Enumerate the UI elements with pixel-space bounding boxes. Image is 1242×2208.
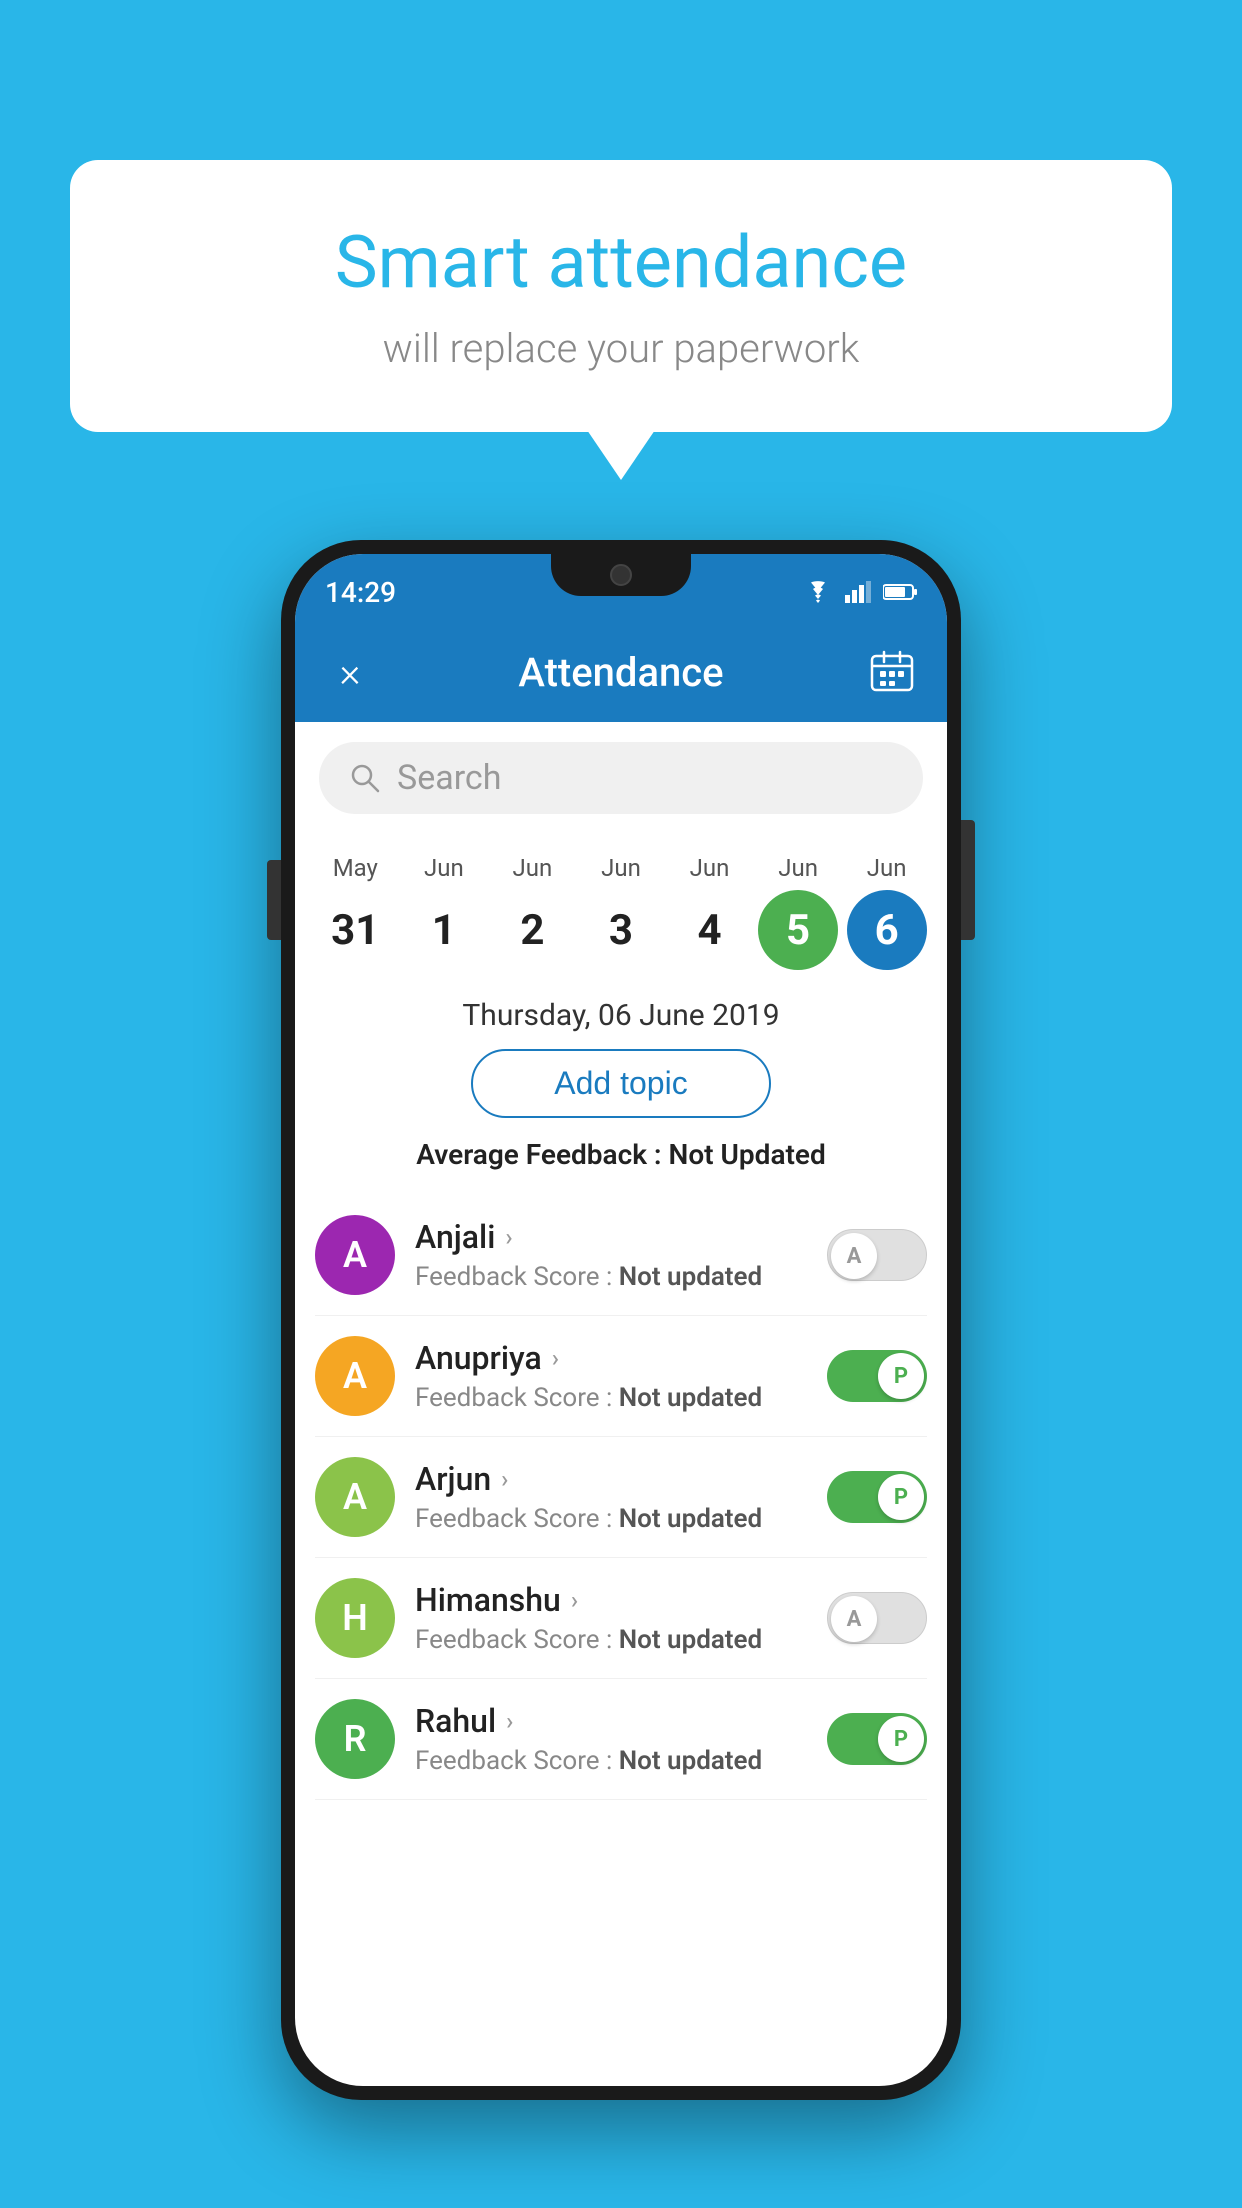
app-bar-title: Attendance [518, 649, 723, 696]
student-item: A Anjali › Feedback Score : Not updated A [315, 1195, 927, 1316]
chevron-icon: › [506, 1707, 513, 1735]
phone-outer: 14:29 [281, 540, 961, 2100]
speech-bubble: Smart attendance will replace your paper… [70, 160, 1172, 432]
phone: 14:29 [281, 540, 961, 2100]
student-item: A Anupriya › Feedback Score : Not updated P [315, 1316, 927, 1437]
chevron-icon: › [552, 1344, 559, 1372]
student-item: H Himanshu › Feedback Score : Not updated A [315, 1558, 927, 1679]
calendar-day[interactable]: Jun 6 [847, 854, 927, 970]
status-icons [803, 581, 917, 603]
cal-month: May [333, 854, 378, 882]
student-info: Rahul › Feedback Score : Not updated [415, 1702, 807, 1776]
add-topic-button[interactable]: Add topic [471, 1049, 771, 1118]
cal-month: Jun [690, 854, 730, 882]
student-avatar: A [315, 1457, 395, 1537]
cal-date: 3 [581, 890, 661, 970]
feedback-score: Feedback Score : Not updated [415, 1504, 807, 1534]
student-item: R Rahul › Feedback Score : Not updated P [315, 1679, 927, 1800]
feedback-score: Feedback Score : Not updated [415, 1746, 807, 1776]
attendance-toggle[interactable]: P [827, 1713, 927, 1765]
speech-bubble-title: Smart attendance [120, 220, 1122, 305]
student-name[interactable]: Anjali › [415, 1218, 807, 1256]
calendar-icon[interactable] [867, 647, 917, 697]
calendar-day[interactable]: Jun 3 [581, 854, 661, 970]
feedback-score: Feedback Score : Not updated [415, 1383, 807, 1413]
student-item: A Arjun › Feedback Score : Not updated P [315, 1437, 927, 1558]
search-input[interactable]: Search [397, 758, 501, 798]
feedback-score: Feedback Score : Not updated [415, 1262, 807, 1292]
student-name[interactable]: Anupriya › [415, 1339, 807, 1377]
speech-bubble-subtitle: will replace your paperwork [120, 325, 1122, 372]
toggle-knob: P [878, 1716, 924, 1762]
student-name[interactable]: Himanshu › [415, 1581, 807, 1619]
attendance-toggle[interactable]: P [827, 1350, 927, 1402]
phone-screen: 14:29 [295, 554, 947, 2086]
student-info: Anjali › Feedback Score : Not updated [415, 1218, 807, 1292]
search-icon [349, 762, 381, 794]
calendar-day[interactable]: Jun 2 [492, 854, 572, 970]
toggle-knob: A [831, 1233, 877, 1279]
student-list: AAnjali ›Feedback Score : Not updatedAAA… [295, 1195, 947, 1800]
cal-month: Jun [601, 854, 641, 882]
chevron-icon: › [505, 1223, 512, 1251]
wifi-icon [803, 581, 833, 603]
cal-month: Jun [867, 854, 907, 882]
student-name[interactable]: Rahul › [415, 1702, 807, 1740]
chevron-icon: › [501, 1465, 508, 1493]
calendar-day[interactable]: Jun 5 [758, 854, 838, 970]
cal-date: 2 [492, 890, 572, 970]
selected-date-label: Thursday, 06 June 2019 [295, 998, 947, 1033]
calendar-day[interactable]: Jun 4 [670, 854, 750, 970]
toggle-knob: A [831, 1596, 877, 1642]
calendar-row: May 31 Jun 1 Jun 2 Jun 3 Jun 4 Jun 5 Jun 6 [295, 834, 947, 980]
cal-month: Jun [513, 854, 553, 882]
cal-date: 4 [670, 890, 750, 970]
attendance-toggle[interactable]: P [827, 1471, 927, 1523]
avg-feedback: Average Feedback : Not Updated [295, 1138, 947, 1171]
cal-date: 31 [315, 890, 395, 970]
calendar-svg [870, 650, 914, 694]
phone-notch [551, 554, 691, 596]
toggle-knob: P [878, 1353, 924, 1399]
student-info: Himanshu › Feedback Score : Not updated [415, 1581, 807, 1655]
cal-date: 6 [847, 890, 927, 970]
toggle-knob: P [878, 1474, 924, 1520]
avg-feedback-label: Average Feedback : [416, 1138, 661, 1171]
chevron-icon: › [571, 1586, 578, 1614]
search-bar[interactable]: Search [319, 742, 923, 814]
avg-feedback-value: Not Updated [669, 1138, 826, 1171]
app-bar: × Attendance [295, 622, 947, 722]
student-avatar: H [315, 1578, 395, 1658]
attendance-toggle[interactable]: A [827, 1229, 927, 1281]
cal-date: 1 [404, 890, 484, 970]
signal-icon [845, 581, 871, 603]
student-info: Anupriya › Feedback Score : Not updated [415, 1339, 807, 1413]
student-name[interactable]: Arjun › [415, 1460, 807, 1498]
close-button[interactable]: × [325, 647, 375, 697]
student-avatar: A [315, 1215, 395, 1295]
battery-icon [883, 583, 917, 601]
status-time: 14:29 [325, 576, 396, 609]
student-avatar: R [315, 1699, 395, 1779]
cal-month: Jun [424, 854, 464, 882]
student-info: Arjun › Feedback Score : Not updated [415, 1460, 807, 1534]
feedback-score: Feedback Score : Not updated [415, 1625, 807, 1655]
cal-date: 5 [758, 890, 838, 970]
camera-dot [610, 564, 632, 586]
calendar-day[interactable]: Jun 1 [404, 854, 484, 970]
attendance-toggle[interactable]: A [827, 1592, 927, 1644]
student-avatar: A [315, 1336, 395, 1416]
cal-month: Jun [778, 854, 818, 882]
calendar-day[interactable]: May 31 [315, 854, 395, 970]
